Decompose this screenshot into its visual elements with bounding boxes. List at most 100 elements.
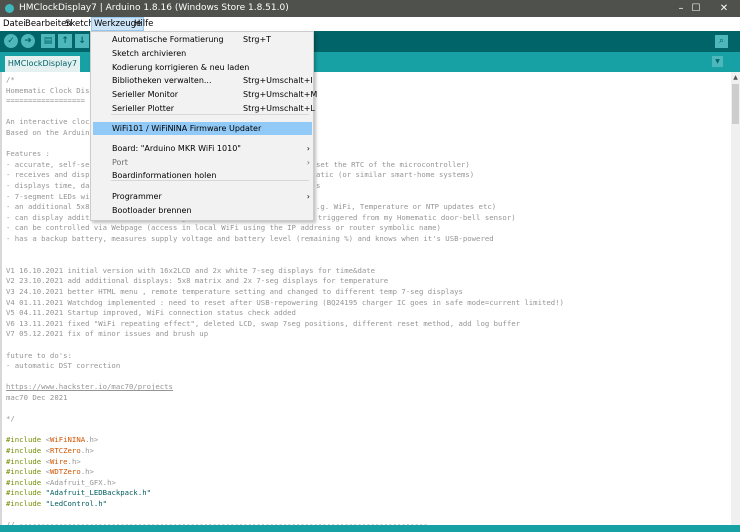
code-line: - displays time, da s: [6, 180, 320, 191]
menu-hilfe[interactable]: Hilfe: [132, 17, 155, 31]
code-text: V5 04.11.2021 Startup improved, WiFi con…: [6, 308, 296, 318]
code-line: V3 24.10.2021 better HTML menu , remote …: [6, 286, 463, 297]
code-line: - has a backup battery, measures supply …: [6, 233, 494, 244]
menu-item-label: Sketch archivieren: [112, 49, 187, 58]
menu-item-label: Serieller Plotter: [112, 104, 175, 113]
menu-item[interactable]: Sketch archivieren: [93, 47, 312, 60]
code-line: Homematic Clock Disp: [6, 85, 94, 96]
menu-item[interactable]: Bibliotheken verwalten... Strg+Umschalt+I: [93, 74, 313, 87]
project-link[interactable]: https://www.hackster.io/mac70/projects: [6, 382, 173, 391]
menu-item-shortcut: Strg+T: [243, 35, 272, 44]
code-line: #include <Wire.h>: [6, 456, 81, 467]
code-text: V2 23.10.2021 add additional displays: 5…: [6, 276, 389, 286]
menu-item-shortcut: Strg+Umschalt+L: [243, 104, 315, 113]
code-line: mac70 Dec 2021: [6, 392, 68, 403]
menu-item[interactable]: Serieller Monitor Strg+Umschalt+M: [93, 88, 317, 101]
menu-item-label: Bibliotheken verwalten...: [112, 76, 212, 85]
menu-item-label: WiFi101 / WiFiNINA Firmware Updater: [112, 124, 262, 133]
menu-item-label: Port: [112, 158, 128, 167]
submenu-arrow-icon: ›: [306, 192, 310, 201]
menu-item[interactable]: Serieller Plotter Strg+Umschalt+L: [93, 102, 315, 115]
code-line: - 7-segment LEDs wi: [6, 191, 89, 202]
code-text: */: [6, 414, 15, 424]
upload-button[interactable]: ➜: [21, 34, 35, 48]
include-keyword: #include: [6, 446, 42, 455]
verify-button[interactable]: ✓: [4, 34, 18, 48]
code-line: Features :: [6, 148, 50, 159]
menu-item[interactable]: Automatische Formatierung Strg+T: [93, 33, 312, 46]
menu-item-label: Automatische Formatierung: [112, 35, 224, 44]
library-name: RTCZero: [49, 446, 81, 455]
include-keyword: #include: [6, 435, 42, 445]
menu-item: Port ›: [93, 156, 312, 169]
library-name: WDTZero: [49, 467, 81, 477]
code-text: - has a backup battery, measures supply …: [6, 234, 494, 243]
arduino-app-icon: [5, 4, 14, 13]
code-line: - can be controlled via Webpage (access …: [6, 222, 441, 233]
menu-item-shortcut: Strg+Umschalt+M: [243, 90, 318, 99]
code-text: Based on the Arduin: [6, 128, 90, 137]
code-line: - receives and disp atic (or similar smar…: [6, 169, 474, 180]
title-bar: HMClockDisplay7 | Arduino 1.8.16 (Window…: [0, 0, 740, 17]
code-text: - accurate, self-se: [6, 159, 90, 169]
code-line: V2 23.10.2021 add additional displays: 5…: [6, 275, 388, 286]
save-button[interactable]: ↓: [75, 34, 89, 48]
menu-item[interactable]: WiFi101 / WiFiNINA Firmware Updater: [93, 122, 312, 135]
code-text: ==================: [6, 96, 86, 106]
code-text: - receives and disp: [6, 170, 90, 180]
code-line: #include <WDTZero.h>: [6, 466, 94, 477]
code-text: V3 24.10.2021 better HTML menu , remote …: [6, 287, 463, 296]
menu-item-label: Board: "Arduino MKR WiFi 1010": [112, 144, 241, 153]
code-text: Homematic Clock Disp: [6, 85, 94, 95]
code-text: V7 05.12.2021 fix of minor issues and br…: [6, 329, 209, 339]
scrollbar-thumb[interactable]: [732, 84, 739, 124]
menu-item[interactable]: Board: "Arduino MKR WiFi 1010" ›: [93, 142, 312, 155]
include-keyword: #include: [6, 456, 42, 466]
code-text: - automatic DST correction: [6, 361, 121, 371]
vertical-scrollbar[interactable]: ▲: [731, 72, 740, 525]
code-text: Features :: [6, 149, 50, 159]
code-line: #include "Adafruit_LEDBackpack.h": [6, 487, 151, 498]
submenu-arrow-icon: ›: [306, 144, 310, 153]
code-line: #include <Adafruit_GFX.h>: [6, 477, 116, 488]
close-button[interactable]: ✕: [709, 0, 739, 17]
code-text: - an additional 5x8: [6, 202, 90, 212]
menu-item-label: Bootloader brennen: [112, 206, 192, 215]
menu-item[interactable]: Bootloader brennen: [93, 204, 312, 217]
menu-item-label: Serieller Monitor: [112, 90, 179, 99]
code-line: */: [6, 413, 15, 424]
serial-monitor-button[interactable]: ⌕: [715, 35, 728, 48]
code-line: #include <WiFiNINA.h>: [6, 434, 98, 445]
code-text: /*: [6, 75, 15, 84]
menu-item[interactable]: Boardinformationen holen: [93, 169, 312, 182]
include-path: "LedControl.h": [45, 499, 108, 508]
include-suffix: .h>: [80, 446, 94, 455]
code-line: An interactive cloc: [6, 116, 89, 127]
code-text-continued: .g. WiFi, Temperature or NTP updates etc…: [316, 202, 497, 212]
include-path: "Adafruit_LEDBackpack.h": [45, 488, 151, 498]
menu-item-shortcut: Strg+Umschalt+I: [243, 76, 313, 85]
menu-item[interactable]: Programmer ›: [93, 190, 312, 203]
code-line: #include "LedControl.h": [6, 498, 107, 509]
include-keyword: #include: [6, 488, 42, 498]
menu-item[interactable]: Kodierung korrigieren & neu laden: [93, 61, 312, 74]
code-line: V5 04.11.2021 Startup improved, WiFi con…: [6, 307, 296, 318]
code-line: https://www.hackster.io/mac70/projects: [6, 381, 173, 392]
scroll-up-icon[interactable]: ▲: [731, 74, 740, 81]
tab-menu-button[interactable]: ▼: [712, 56, 723, 67]
maximize-button[interactable]: ☐: [681, 0, 711, 17]
new-sketch-button[interactable]: ▤: [41, 34, 55, 48]
include-path: <Adafruit_GFX.h>: [45, 477, 116, 487]
include-keyword: #include: [6, 467, 42, 477]
code-text: - can be controlled via Webpage (access …: [6, 223, 441, 233]
code-line: V7 05.12.2021 fix of minor issues and br…: [6, 328, 208, 339]
tab-hmclockdisplay7[interactable]: HMClockDisplay7: [5, 56, 80, 72]
code-line: Based on the Arduin: [6, 127, 89, 138]
status-bar: [0, 525, 740, 532]
include-keyword: #include: [6, 477, 42, 487]
code-line: ==================: [6, 95, 85, 106]
code-line: V4 01.11.2021 Watchdog implemented : nee…: [6, 297, 564, 308]
open-button[interactable]: ↑: [58, 34, 72, 48]
library-name: Wire: [49, 456, 68, 466]
menu-bar: Datei Bearbeiten Sketch Werkzeuge Hilfe: [0, 17, 740, 31]
